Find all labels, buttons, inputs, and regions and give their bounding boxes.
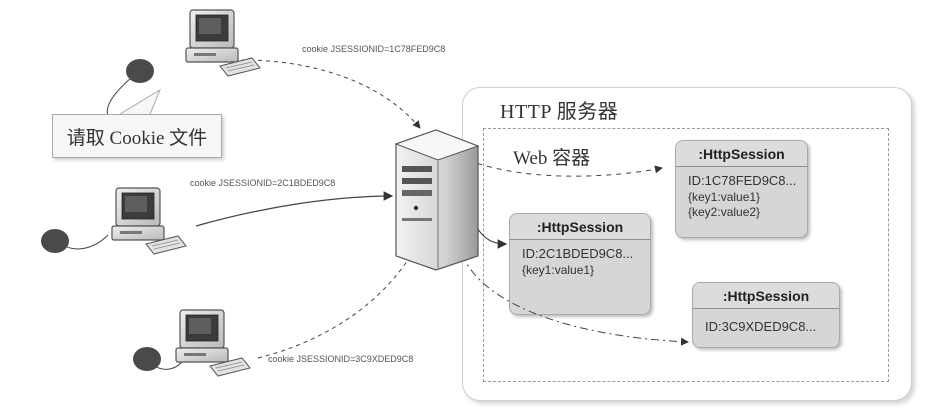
session-arrow-3 xyxy=(461,253,689,346)
computer-icon-1 xyxy=(185,9,261,77)
request-arrow-1 xyxy=(241,59,421,129)
request-arrow-2 xyxy=(195,191,394,227)
cookie-label-2: cookie JSESSIONID=2C1BDED9C8 xyxy=(190,178,336,188)
session-arrow-1 xyxy=(467,159,663,177)
computer-icon-2 xyxy=(111,187,187,255)
request-cookie-callout: 请取 Cookie 文件 xyxy=(52,114,222,158)
cookie-label-3: cookie JSESSIONID=3C9XDED9C8 xyxy=(268,354,414,364)
cookie-label-1: cookie JSESSIONID=1C78FED9C8 xyxy=(302,44,446,54)
session-arrow-2 xyxy=(475,225,508,249)
user-icon-1 xyxy=(126,59,154,83)
request-arrow-3 xyxy=(257,249,415,359)
callout-pointer xyxy=(119,88,162,115)
user-icon-3 xyxy=(133,347,161,371)
computer-icon-3 xyxy=(175,309,251,377)
user-icon-2 xyxy=(41,229,69,253)
server-icon xyxy=(394,129,480,271)
